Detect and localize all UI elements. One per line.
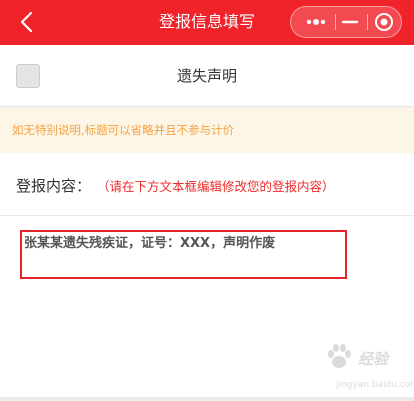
content-hint: （请在下方文本框编辑修改您的登报内容）	[97, 179, 335, 194]
target-close-icon[interactable]	[369, 7, 399, 37]
chevron-left-icon[interactable]	[14, 8, 40, 36]
bottom-divider	[0, 397, 414, 401]
more-dots-icon[interactable]	[297, 7, 335, 37]
pricing-notice: 如无特别说明,标题可以省略并且不参与计价	[0, 108, 414, 153]
minimize-icon[interactable]	[335, 7, 365, 37]
content-text: 张某某遗失残疾证，证号：XXX，声明作废	[24, 236, 276, 251]
capsule-divider	[367, 14, 368, 30]
title-option-label: 遗失声明	[176, 67, 237, 85]
navigation-bar: 登报信息填写	[0, 0, 414, 45]
title-option-row[interactable]: 遗失声明	[0, 45, 414, 107]
content-header: 登报内容： （请在下方文本框编辑修改您的登报内容）	[0, 153, 414, 215]
notice-text: 如无特别说明,标题可以省略并且不参与计价	[12, 123, 235, 137]
title-checkbox[interactable]	[16, 64, 40, 88]
miniprogram-capsule	[290, 6, 402, 38]
content-label: 登报内容：	[16, 177, 92, 195]
